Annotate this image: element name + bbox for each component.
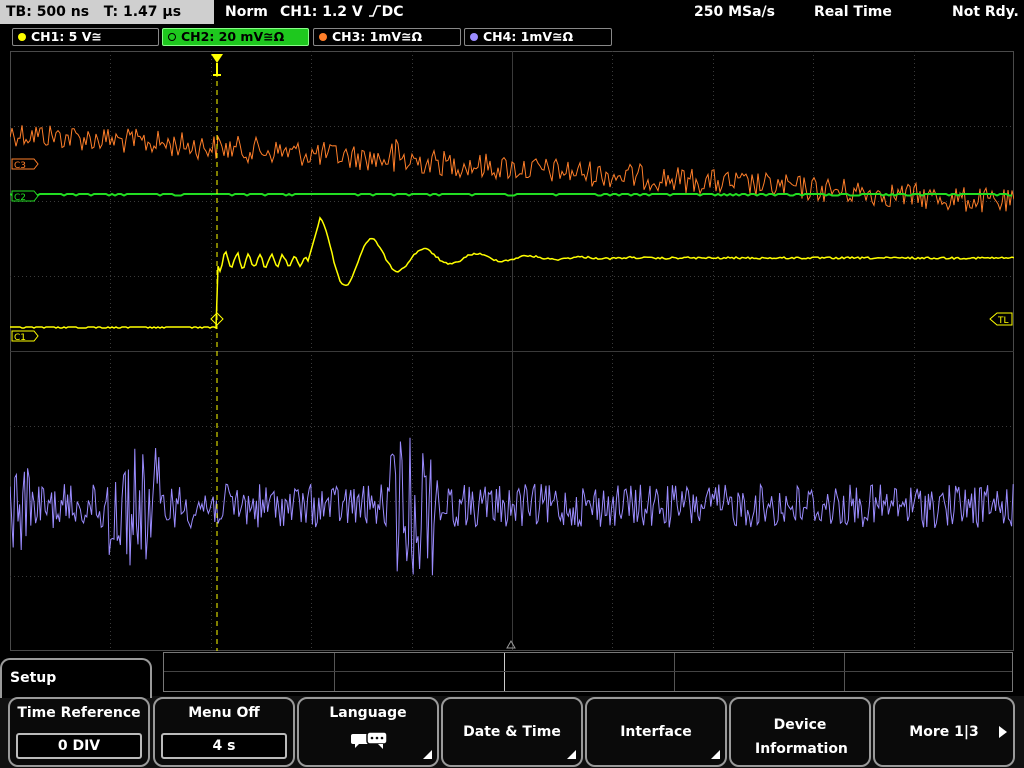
status-bar: TB: 500 ns T: 1.47 µs Norm CH1: 1.2 V DC… — [0, 0, 1024, 26]
ch3-label: CH3: 1mV≅Ω — [332, 29, 423, 44]
timebase-value: TB: 500 ns — [6, 4, 90, 20]
channel-tab-ch3[interactable]: CH3: 1mV≅Ω — [313, 28, 461, 46]
date-time-softkey[interactable]: Date & Time — [441, 697, 583, 767]
ch1-color-dot-icon — [18, 33, 26, 41]
c1-offset-marker[interactable]: C1 — [11, 330, 39, 343]
c3-marker-label: C3 — [14, 161, 26, 171]
trigger-source-label: CH1: 1.2 V — [280, 4, 363, 20]
rising-edge-icon — [368, 5, 381, 17]
device-information-softkey[interactable]: Device Information — [729, 697, 871, 767]
submenu-corner-icon — [567, 750, 576, 759]
date-time-label: Date & Time — [463, 724, 561, 740]
trigger-level-label: TL — [997, 316, 1009, 326]
menu-off-softkey[interactable]: Menu Off 4 s — [153, 697, 295, 767]
language-softkey[interactable]: Language — [297, 697, 439, 767]
c2-marker-label: C2 — [14, 193, 26, 203]
interface-label: Interface — [620, 724, 692, 740]
more-softkey[interactable]: More 1|3 — [873, 697, 1015, 767]
c2-offset-marker[interactable]: C2 — [11, 190, 39, 203]
overview-strip — [163, 652, 1013, 692]
menu-title: Setup — [0, 658, 152, 698]
ch2-label: CH2: 20 mV≅Ω — [181, 29, 285, 44]
ch4-color-dot-icon — [470, 33, 478, 41]
device-information-label: Device Information — [755, 717, 848, 757]
overview-divider — [674, 653, 675, 691]
time-reference-label: Time Reference — [17, 705, 141, 721]
time-reference-softkey[interactable]: Time Reference 0 DIV — [8, 697, 150, 767]
trigger-mode[interactable]: Norm — [225, 0, 268, 24]
time-reference-value: 0 DIV — [16, 733, 142, 759]
language-label: Language — [329, 705, 407, 721]
overview-divider — [504, 653, 505, 691]
ch3-color-dot-icon — [319, 33, 327, 41]
run-state: Not Rdy. — [952, 4, 1019, 20]
interface-softkey[interactable]: Interface — [585, 697, 727, 767]
ch4-label: CH4: 1mV≅Ω — [483, 29, 574, 44]
submenu-corner-icon — [423, 750, 432, 759]
channel-tab-ch4[interactable]: CH4: 1mV≅Ω — [464, 28, 612, 46]
timebase-box[interactable]: TB: 500 ns T: 1.47 µs — [0, 0, 214, 24]
overview-divider — [334, 653, 335, 691]
acquisition-mode[interactable]: Real Time — [814, 0, 892, 24]
channel-tab-ch2[interactable]: CH2: 20 mV≅Ω — [162, 28, 309, 46]
arrow-right-icon — [999, 726, 1007, 738]
trigger-coupling: DC — [381, 4, 404, 20]
trigger-time-value: T: 1.47 µs — [103, 4, 182, 20]
trigger-source[interactable]: CH1: 1.2 V DC — [280, 0, 404, 24]
overview-centerline — [164, 671, 1012, 672]
menu-off-value: 4 s — [161, 733, 287, 759]
sample-rate: 250 MSa/s — [694, 4, 776, 20]
channel-tab-ch1[interactable]: CH1: 5 V≅ — [12, 28, 159, 46]
ch2-color-dot-icon — [168, 33, 176, 41]
speech-bubbles-icon — [351, 731, 388, 749]
submenu-corner-icon — [711, 750, 720, 759]
more-label: More 1|3 — [909, 724, 979, 740]
c3-offset-marker[interactable]: C3 — [11, 158, 39, 171]
ch1-label: CH1: 5 V≅ — [31, 29, 102, 44]
c1-marker-label: C1 — [14, 333, 26, 343]
menu-off-label: Menu Off — [188, 705, 260, 721]
waveform-display[interactable]: C3 C2 C1 TL — [10, 51, 1014, 651]
overview-divider — [844, 653, 845, 691]
